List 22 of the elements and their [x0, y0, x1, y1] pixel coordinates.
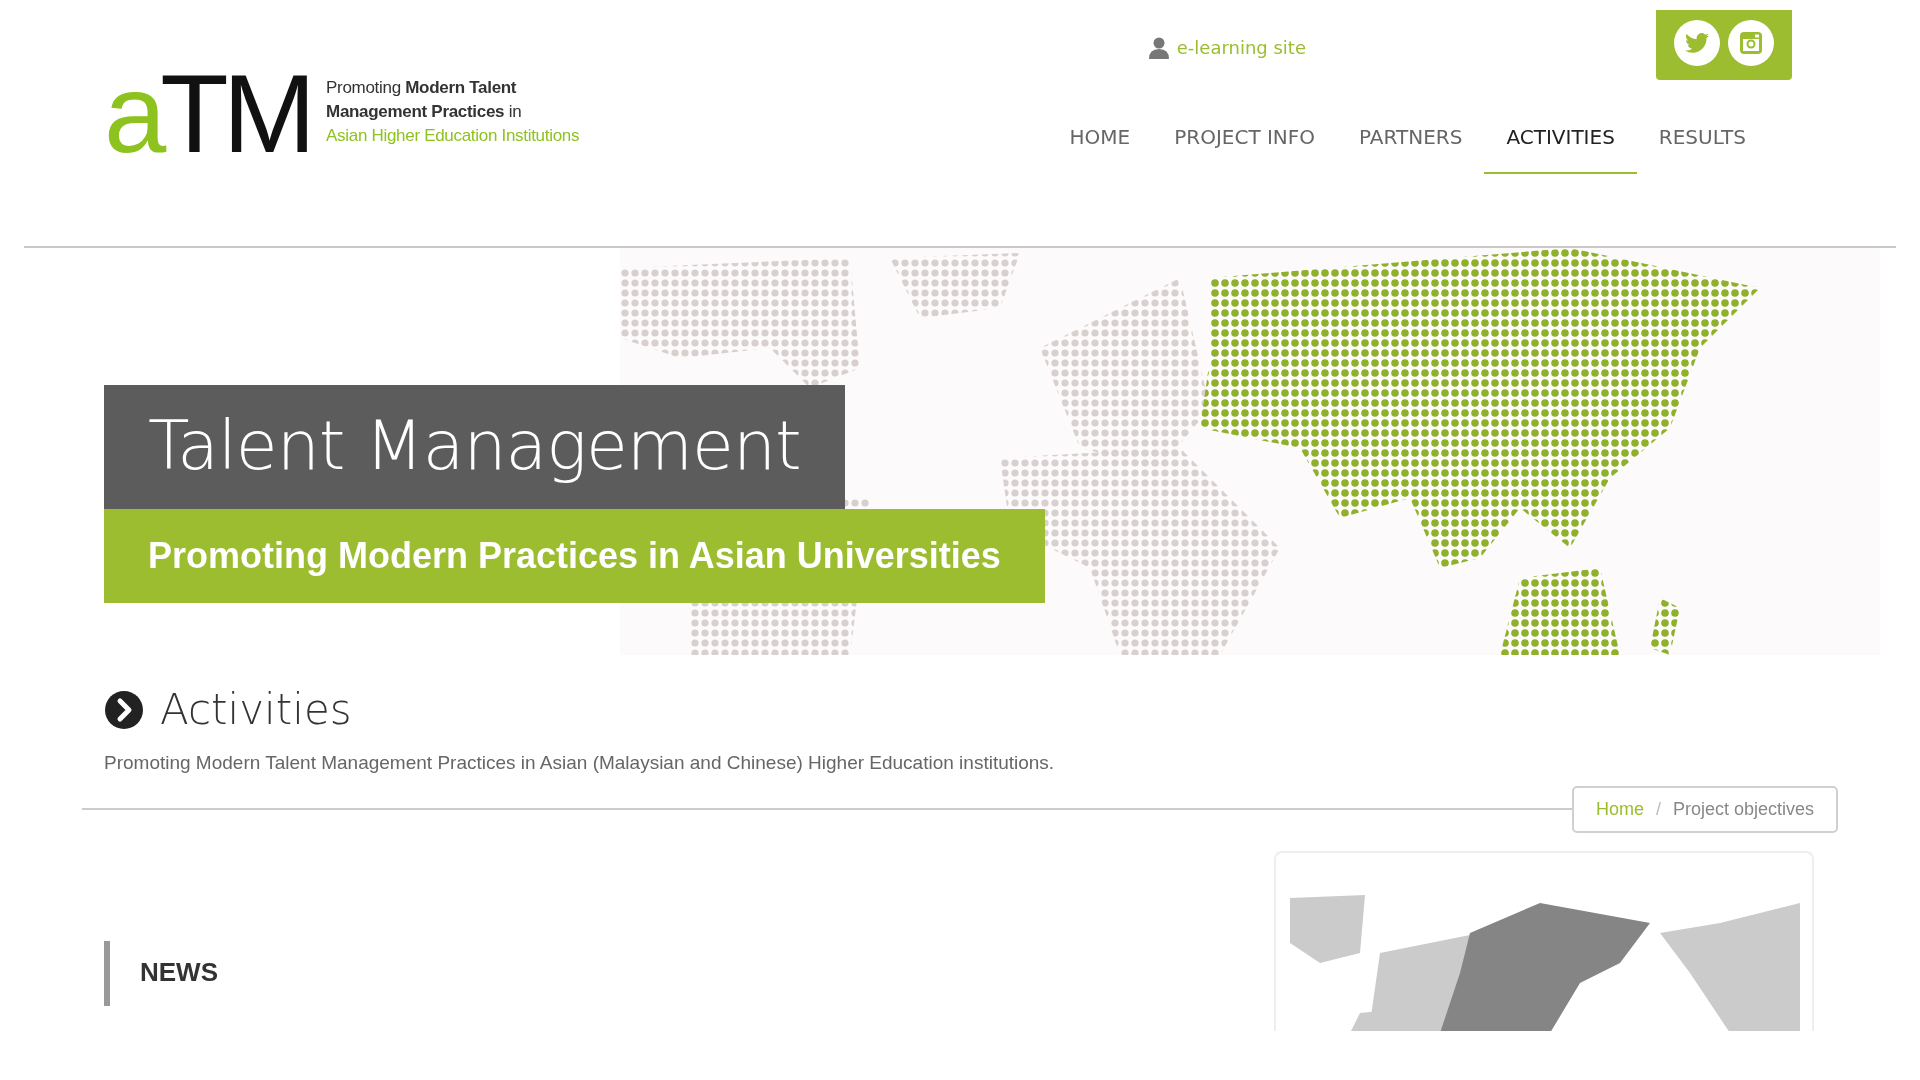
social-button[interactable] — [1674, 20, 1720, 66]
breadcrumb-separator: / — [1655, 798, 1661, 819]
news-heading: NEWS — [104, 940, 218, 1006]
chevron-right-icon — [104, 690, 144, 731]
user-icon — [1148, 36, 1169, 59]
nav-link[interactable]: HOME — [1047, 110, 1153, 174]
page-heading: Activities — [160, 685, 352, 736]
camera-icon[interactable] — [1739, 31, 1763, 55]
page-description: Promoting Modern Talent Management Practices in Asian (Malaysian and Chinese) Higher Education institutions. — [104, 751, 1056, 776]
nav-link[interactable]: RESULTS — [1636, 110, 1768, 174]
logo-tagline: Promoting Modern Talent — [326, 76, 517, 99]
logo-tagline: Management Practices in — [326, 100, 522, 123]
nav-link[interactable]: ACTIVITIES — [1484, 110, 1637, 174]
logo-tagline: Asian Higher Education Institutions — [326, 124, 580, 147]
hero-title: Talent Management — [104, 385, 845, 509]
hero-subtitle: Promoting Modern Practices in Asian Universities — [104, 509, 1045, 603]
breadcrumb-current: Project objectives — [1672, 798, 1814, 819]
bird-icon[interactable] — [1685, 33, 1709, 53]
nav-link[interactable]: PROJECT INFO — [1152, 110, 1338, 174]
logo-mark: aTM — [104, 66, 310, 162]
social-button[interactable] — [1728, 20, 1774, 66]
nav-link[interactable]: PARTNERS — [1337, 110, 1485, 174]
